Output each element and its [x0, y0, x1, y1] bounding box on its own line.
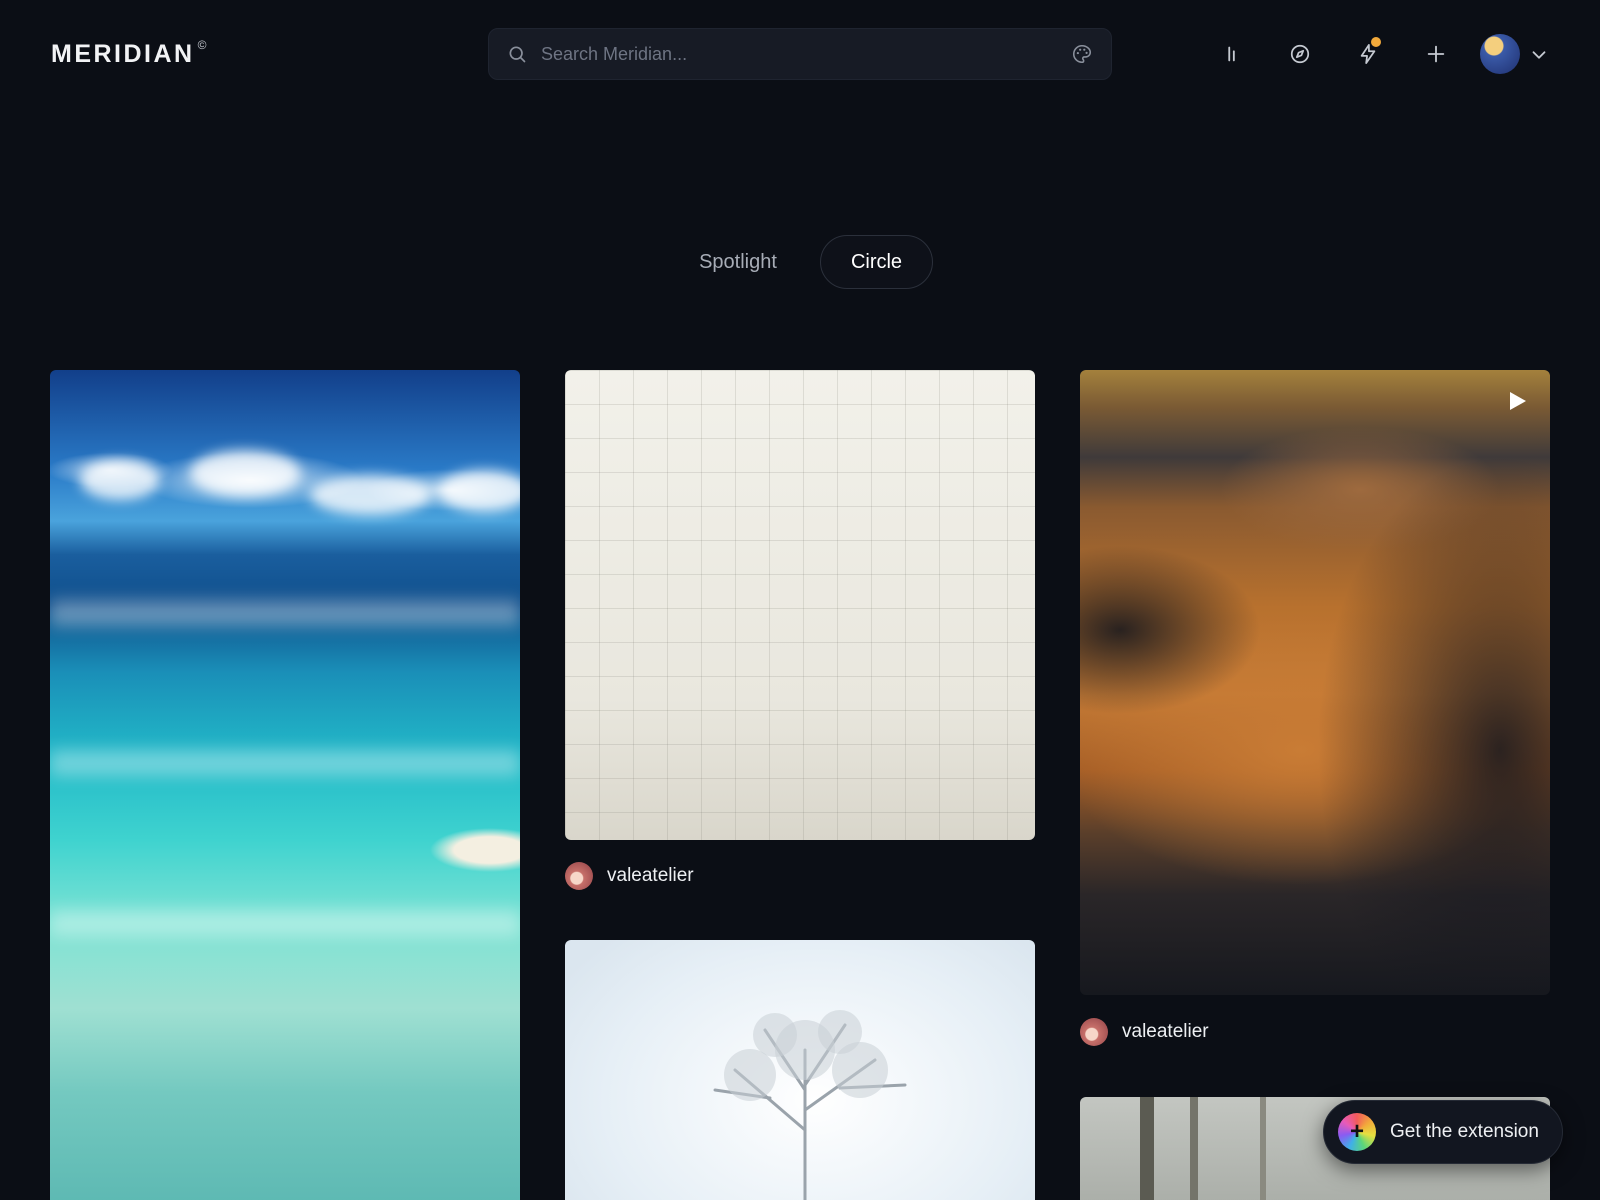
stats-icon [1228, 46, 1235, 62]
header-actions [0, 34, 1600, 74]
author-name[interactable]: valeatelier [607, 865, 694, 887]
create-button[interactable] [1416, 34, 1456, 74]
cloud-shape [80, 460, 160, 500]
notification-dot [1371, 37, 1381, 47]
chevron-down-icon[interactable] [1528, 44, 1550, 66]
cloud-shape [310, 475, 430, 515]
cloud-shape [190, 450, 300, 496]
author-avatar[interactable] [565, 862, 593, 890]
water-band [50, 600, 520, 626]
extension-logo-icon: + [1338, 1113, 1376, 1151]
play-icon[interactable] [1510, 392, 1526, 410]
extension-label: Get the extension [1390, 1121, 1539, 1142]
water-band [50, 910, 520, 936]
cloud-shape [440, 470, 520, 512]
feed-tabs: Spotlight Circle [0, 235, 1600, 291]
user-avatar[interactable] [1480, 34, 1520, 74]
post-author[interactable]: valeatelier [565, 861, 694, 891]
tab-spotlight[interactable]: Spotlight [678, 235, 798, 289]
post-author[interactable]: valeatelier [1080, 1017, 1209, 1047]
activity-button[interactable] [1348, 34, 1388, 74]
tree-illustration [713, 1010, 907, 1200]
post-image-ocean[interactable] [50, 370, 520, 1200]
compass-icon [1290, 44, 1310, 64]
top-bar: MERIDIAN © [0, 0, 1600, 108]
post-image-dunes[interactable] [1080, 370, 1550, 995]
plus-icon [1427, 45, 1445, 63]
post-image-grid-paper[interactable] [565, 370, 1035, 840]
explore-button[interactable] [1280, 34, 1320, 74]
water-band [50, 750, 520, 776]
tab-circle[interactable]: Circle [820, 235, 933, 289]
post-image-frosted-tree[interactable] [565, 940, 1035, 1200]
stats-button[interactable] [1212, 34, 1252, 74]
page: MERIDIAN © Search Meridian... Spotlight … [0, 0, 1600, 1200]
author-name[interactable]: valeatelier [1122, 1021, 1209, 1043]
author-avatar[interactable] [1080, 1018, 1108, 1046]
get-extension-button[interactable]: + Get the extension [1323, 1100, 1563, 1164]
